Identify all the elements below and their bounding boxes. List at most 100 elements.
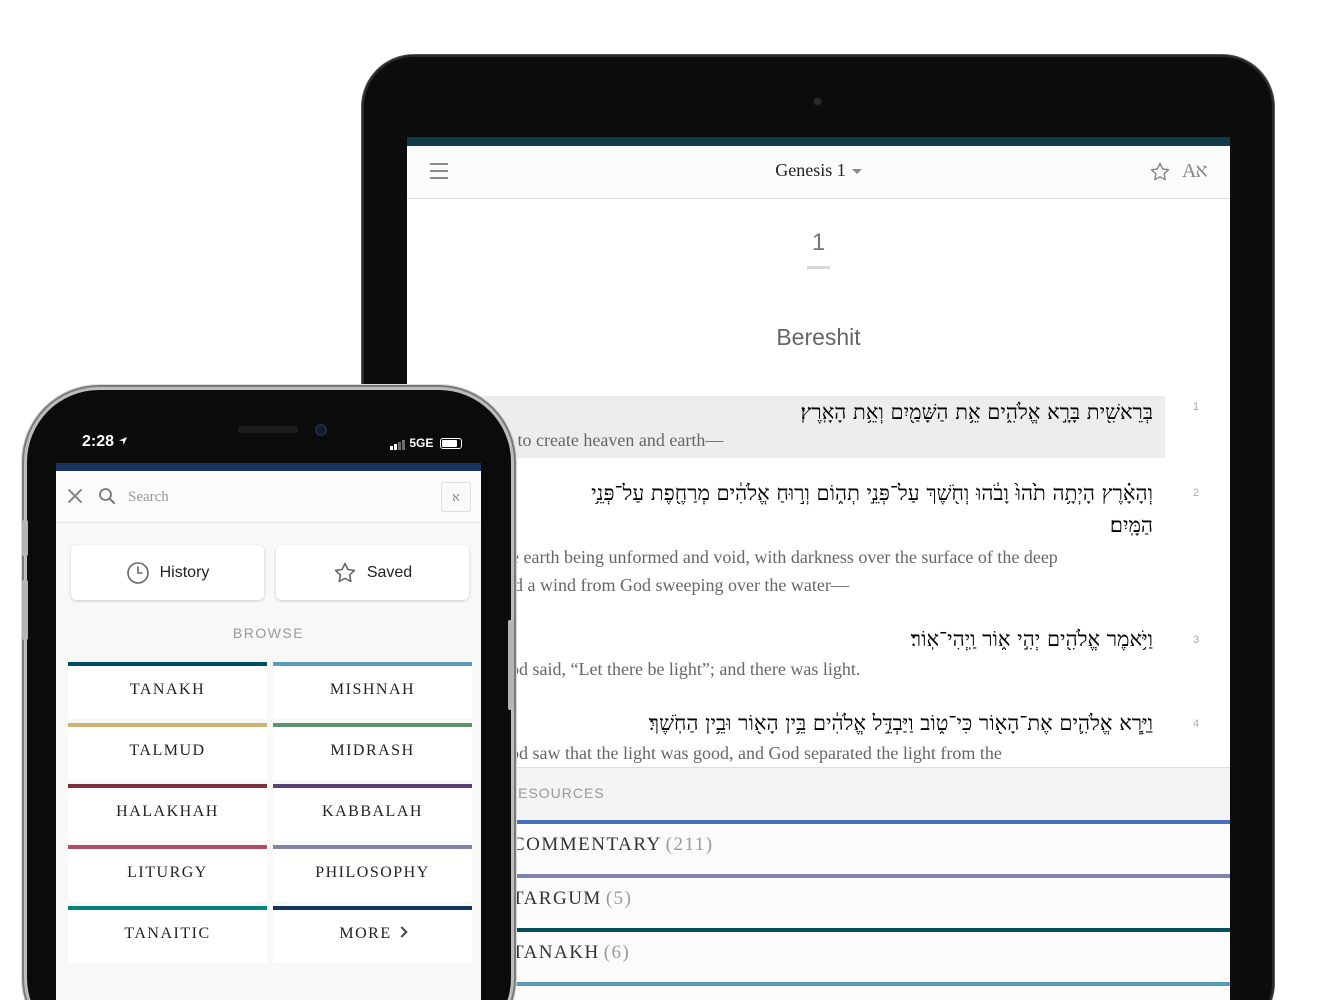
browse-title: BROWSE <box>232 625 305 641</box>
category-color-bar <box>273 845 472 849</box>
category-color-bar <box>273 662 472 666</box>
category-color-bar <box>68 845 267 849</box>
category-color-bar <box>407 982 1230 986</box>
status-indicators: 5GE <box>390 436 462 450</box>
verse-number: 1 <box>1193 401 1200 413</box>
category-label: MORE <box>339 925 392 942</box>
battery-icon <box>439 438 462 450</box>
location-arrow-icon <box>119 437 128 445</box>
category-liturgy[interactable]: LITURGY <box>68 845 267 902</box>
close-icon[interactable] <box>66 487 84 505</box>
verse-hebrew: וַיֹּ֥אמֶר אֱלֹהִ֖ים יְהִ֣י א֑וֹר וַֽיְה… <box>910 627 1153 651</box>
category-kabbalah[interactable]: KABBALAH <box>273 784 472 841</box>
category-label: TANAITIC <box>124 925 211 942</box>
resource-count: (211) <box>665 834 714 855</box>
category-label: LITURGY <box>127 864 208 881</box>
category-label: HALAKHAH <box>116 803 219 820</box>
category-color-bar <box>273 906 472 910</box>
category-label: PHILOSOPHY <box>315 864 430 881</box>
chevron-down-icon <box>851 169 862 175</box>
chevron-right-icon <box>395 926 408 938</box>
phone-side-button <box>22 520 28 556</box>
status-time: 2:28 <box>82 433 128 451</box>
tablet-camera <box>813 97 822 106</box>
resource-count: (6) <box>603 942 631 963</box>
verse-hebrew: וַיַּ֧רְא אֱלֹהִ֛ים אֶת־הָא֖וֹר כִּי־ט֑ו… <box>648 711 1153 735</box>
verse-hebrew: וְהָאָ֗רֶץ הָיְתָ֥ה תֹ֙הוּ֙ וָבֹ֔הוּ וְח… <box>591 481 1153 505</box>
category-color-bar <box>407 928 1230 932</box>
resource-row-tanakh[interactable]: TANAKH (6) <box>407 928 1230 982</box>
category-talmud[interactable]: TALMUD <box>68 723 267 780</box>
language-toggle-button[interactable]: Aא <box>1182 160 1207 183</box>
resource-row-commentary[interactable]: COMMENTARY (211) <box>407 820 1230 874</box>
saved-label: Saved <box>366 563 413 581</box>
category-color-bar <box>68 662 267 666</box>
category-label: TALMUD <box>129 742 206 759</box>
chapter-divider <box>807 266 830 269</box>
verse-segment[interactable]: וַיַּ֧רְא אֱלֹהִ֛ים אֶת־הָא֖וֹר כִּי־ט֑ו… <box>407 707 1230 769</box>
resource-label: TARGUM <box>512 888 602 909</box>
search-bar: א <box>56 471 481 523</box>
resource-row-targum[interactable]: TARGUM (5) <box>407 874 1230 928</box>
search-input[interactable] <box>128 485 428 509</box>
phone-front-camera <box>315 424 327 436</box>
resources-panel: RESOURCES COMMENTARY (211) TARGUM (5) TANA… <box>407 767 1230 1000</box>
book-title-dropdown[interactable]: Genesis 1 <box>407 160 1230 181</box>
reader-header: Genesis 1 Aא <box>407 146 1230 199</box>
star-icon[interactable] <box>1149 161 1171 183</box>
category-color-bar <box>68 906 267 910</box>
category-mishnah[interactable]: MISHNAH <box>273 662 472 719</box>
category-tanaitic[interactable]: TANAITIC <box>68 906 267 963</box>
verse-number: 3 <box>1193 634 1200 646</box>
history-label: History <box>159 563 210 581</box>
network-label: 5GE <box>409 436 434 450</box>
category-color-bar <box>273 723 472 727</box>
book-title: Genesis 1 <box>775 160 846 180</box>
category-more[interactable]: MORE <box>273 906 472 963</box>
category-color-bar <box>68 784 267 788</box>
category-color-bar <box>273 784 472 788</box>
clock-icon <box>126 561 149 584</box>
category-tanakh[interactable]: TANAKH <box>68 662 267 719</box>
keyboard-language-button[interactable]: א <box>441 482 471 512</box>
phone-speaker <box>238 426 298 433</box>
star-icon <box>334 562 356 582</box>
category-color-bar <box>68 723 267 727</box>
phone-screen: א History Saved BROWSE TANAKH MISHNAH TA… <box>56 463 481 1000</box>
parasha-title: Bereshit <box>776 324 861 350</box>
category-philosophy[interactable]: PHILOSOPHY <box>273 845 472 902</box>
time-text: 2:28 <box>82 433 115 450</box>
category-color-bar <box>407 820 1230 824</box>
tablet-status-bar <box>407 137 1230 146</box>
verse-hebrew-line2: הַמָּֽיִם׃ <box>1109 513 1153 537</box>
resources-title: RESOURCES <box>507 785 605 801</box>
phone-power-button <box>508 620 514 710</box>
category-label: TANAKH <box>129 681 206 698</box>
chapter-number: 1 <box>811 229 826 256</box>
category-halakhah[interactable]: HALAKHAH <box>68 784 267 841</box>
history-button[interactable]: History <box>71 545 264 600</box>
resource-row[interactable] <box>407 982 1230 1000</box>
category-label: KABBALAH <box>322 803 423 820</box>
verse-number-row: 1 <box>407 401 1230 421</box>
resource-count: (5) <box>605 888 633 909</box>
category-label: MISHNAH <box>329 681 416 698</box>
search-icon <box>99 488 115 504</box>
verse-english-line2: and a wind from God sweeping over the wa… <box>497 575 849 595</box>
saved-button[interactable]: Saved <box>276 545 469 600</box>
category-midrash[interactable]: MIDRASH <box>273 723 472 780</box>
category-color-bar <box>407 874 1230 878</box>
phone-top-bar <box>56 463 481 471</box>
verse-english: God saw that the light was good, and God… <box>497 743 1002 763</box>
signal-icon <box>390 436 406 450</box>
category-label: MIDRASH <box>330 742 415 759</box>
resource-label: TANAKH <box>512 942 600 963</box>
phone-side-button <box>22 580 28 640</box>
verse-segment[interactable]: וַיֹּ֥אמֶר אֱלֹהִ֖ים יְהִ֣י א֑וֹר וַֽיְה… <box>407 623 1230 685</box>
verse-segment[interactable]: וְהָאָ֗רֶץ הָיְתָ֥ה תֹ֙הוּ֙ וָבֹ֔הוּ וְח… <box>407 477 1230 597</box>
tablet-screen: Genesis 1 Aא 1 Bereshit בְּרֵאשִׁ֖ית בָּ… <box>407 137 1230 1000</box>
verse-number: 4 <box>1193 718 1200 730</box>
verse-english: God said, “Let there be light”; and ther… <box>497 659 861 679</box>
resource-label: COMMENTARY <box>512 834 662 855</box>
verse-number: 2 <box>1193 487 1200 499</box>
